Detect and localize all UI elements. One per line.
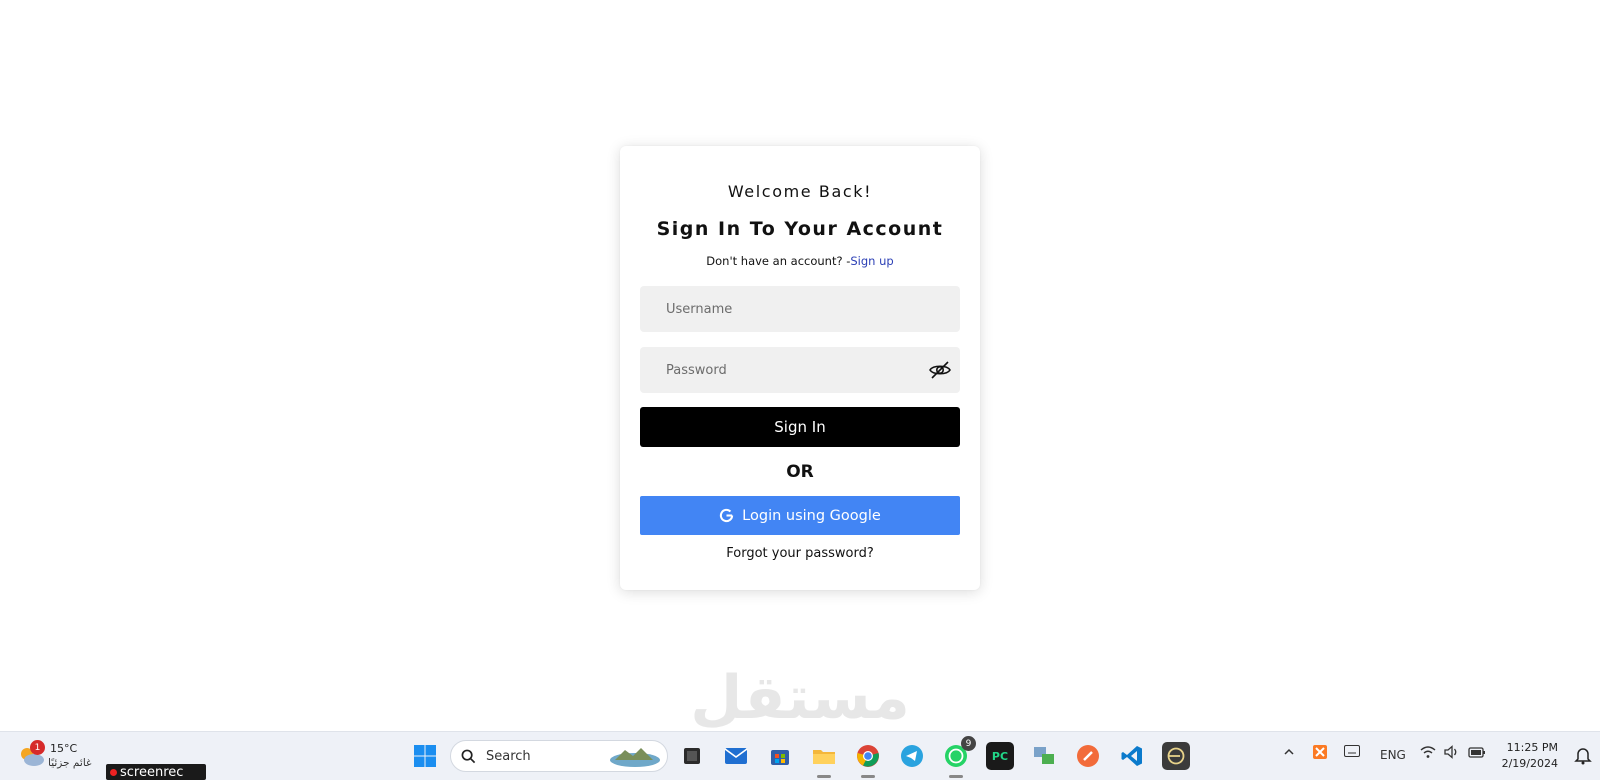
store-app-icon[interactable] [766,742,794,770]
taskbar-search-input[interactable] [484,747,598,765]
screenrec-logo: screenrec [106,764,206,780]
login-card: Welcome Back! Sign In To Your Account Do… [620,146,980,590]
mostaql-watermark-logo: مستقل [690,663,910,733]
system-clock[interactable]: 11:25 PM 2/19/2024 [1502,740,1558,772]
google-login-button[interactable]: Login using Google [640,496,960,535]
network-tool-app-icon[interactable] [1030,742,1058,770]
keyboard-icon[interactable] [1344,745,1360,757]
chrome-app-icon[interactable] [854,742,882,778]
terminal-app-icon[interactable] [678,742,706,770]
whatsapp-app-icon[interactable]: 9 [942,736,976,778]
sign-in-button[interactable]: Sign In [640,407,960,447]
taskbar: 1 15°C غائم جزئيًا screenrec Search 9 PC… [0,731,1600,780]
search-icon [461,749,476,763]
taskbar-search[interactable] [450,740,668,772]
search-highlight-image [610,748,660,767]
windows-start-icon[interactable] [413,744,437,768]
record-dot-icon [110,768,117,776]
xampp-tray-icon[interactable] [1312,744,1328,760]
page-title: Sign In To Your Account [656,218,944,240]
password-field[interactable] [640,347,960,393]
vscode-app-icon[interactable] [1118,742,1146,770]
or-divider: OR [786,462,814,482]
weather-badge: 1 [30,740,45,755]
volume-icon[interactable] [1444,745,1460,759]
username-input[interactable] [664,300,936,318]
pycharm-app-icon[interactable]: PC [986,742,1014,770]
pycharm-label: PC [991,749,1009,763]
google-login-label: Login using Google [742,507,881,524]
battery-icon[interactable] [1468,745,1486,759]
no-account-text: Don't have an account? - [706,254,851,268]
file-explorer-app-icon[interactable] [810,742,838,778]
language-indicator[interactable]: ENG [1380,748,1406,762]
clock-date: 2/19/2024 [1501,757,1558,770]
mail-app-icon[interactable] [722,742,750,770]
notification-bell-icon[interactable] [1574,745,1592,765]
forgot-password-link[interactable]: Forgot your password? [620,546,980,561]
weather-description: غائم جزئيًا [48,757,92,769]
clock-time: 11:25 PM [1506,741,1558,754]
chevron-up-icon[interactable] [1283,746,1295,758]
google-icon [720,508,734,523]
welcome-text: Welcome Back! [727,182,873,201]
postman-app-icon[interactable] [1074,742,1102,770]
signup-prompt: Don't have an account? -Sign up [620,254,980,268]
telegram-app-icon[interactable] [898,742,926,770]
password-input[interactable] [664,361,928,379]
whatsapp-badge: 9 [961,736,976,751]
weather-widget[interactable]: 1 15°C غائم جزئيًا [18,740,100,774]
wifi-icon[interactable] [1420,745,1436,759]
username-field[interactable] [640,286,960,332]
eye-slash-icon[interactable] [928,358,952,382]
screenrec-label: screenrec [120,764,184,780]
eclipse-app-icon[interactable] [1162,742,1190,770]
signup-link[interactable]: Sign up [850,254,893,268]
weather-temperature: 15°C [50,742,78,755]
